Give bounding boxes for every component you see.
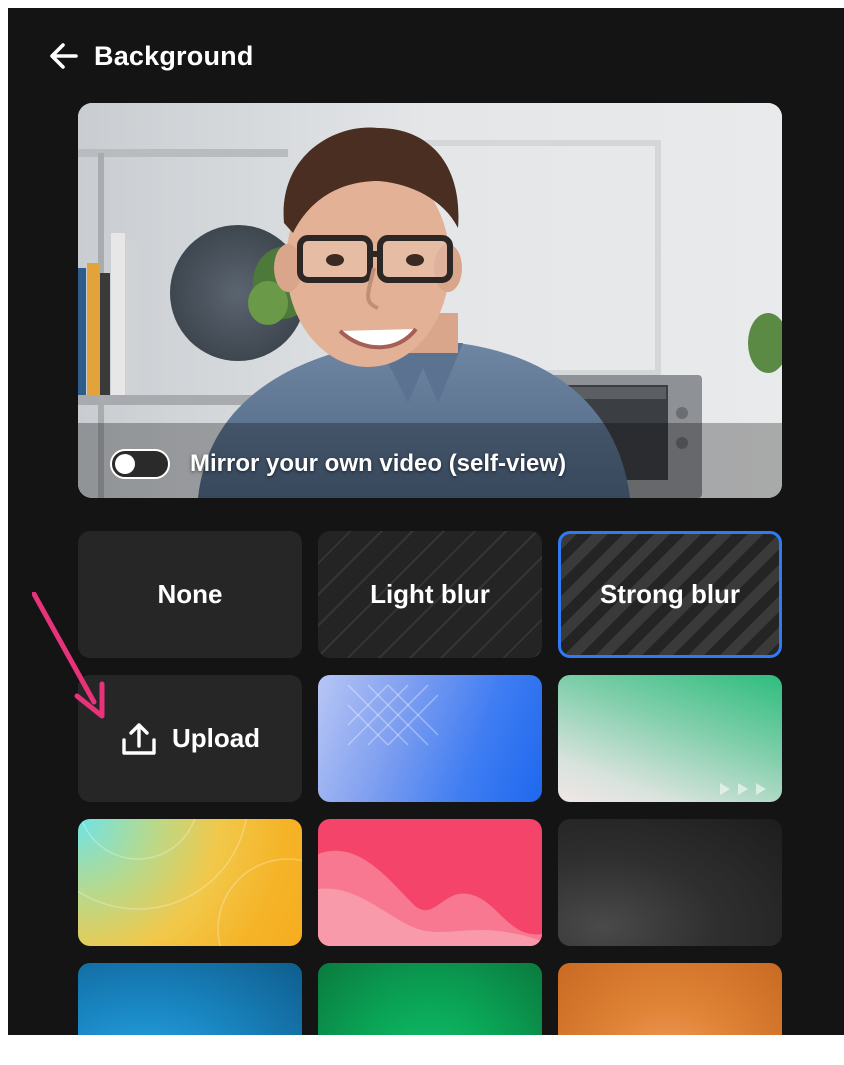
play-triangles-decoration bbox=[720, 783, 766, 795]
background-option-blue-gradient[interactable] bbox=[318, 675, 542, 802]
toggle-knob bbox=[115, 454, 135, 474]
mirror-setting: Mirror your own video (self-view) bbox=[110, 449, 566, 479]
mirror-label: Mirror your own video (self-view) bbox=[190, 450, 567, 477]
crosshatch-decoration bbox=[347, 684, 439, 746]
page-title: Background bbox=[94, 40, 254, 71]
background-option-charcoal[interactable] bbox=[558, 819, 782, 946]
background-option-amber[interactable] bbox=[558, 963, 782, 1035]
annotation-arrow-icon bbox=[32, 592, 105, 719]
background-option-mint-gradient[interactable] bbox=[558, 675, 782, 802]
background-option-strong-blur[interactable]: Strong blur bbox=[558, 531, 782, 658]
option-label: Upload bbox=[171, 723, 261, 753]
option-label: Light blur bbox=[370, 579, 490, 609]
self-view-video-image bbox=[78, 103, 782, 498]
background-settings-panel: Background Mirror your own video (self-v… bbox=[8, 8, 844, 1035]
waves-decoration bbox=[318, 850, 542, 946]
background-option-emerald[interactable] bbox=[318, 963, 542, 1035]
background-option-sunset-gradient[interactable] bbox=[78, 819, 302, 946]
arrow-left-icon bbox=[50, 43, 78, 69]
background-option-red-waves[interactable] bbox=[318, 819, 542, 946]
header: Background bbox=[8, 30, 254, 82]
back-button[interactable] bbox=[38, 30, 90, 82]
upload-content: Upload bbox=[120, 720, 260, 758]
option-label: None bbox=[157, 579, 223, 609]
mirror-toggle[interactable] bbox=[110, 449, 170, 479]
rings-decoration bbox=[78, 819, 302, 946]
background-option-ocean[interactable] bbox=[78, 963, 302, 1035]
background-option-light-blur[interactable]: Light blur bbox=[318, 531, 542, 658]
option-label: Strong blur bbox=[599, 579, 741, 609]
upload-icon bbox=[122, 722, 156, 755]
video-preview: Mirror your own video (self-view) bbox=[78, 103, 782, 498]
